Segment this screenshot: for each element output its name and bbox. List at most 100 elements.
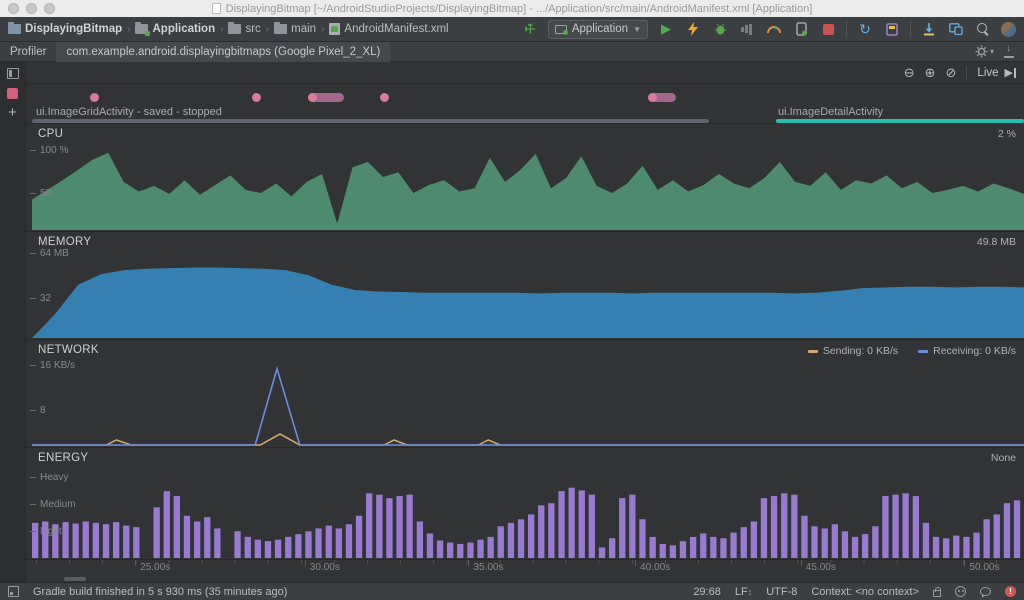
gear-icon: [975, 45, 988, 58]
energy-ytick-heavy: Heavy: [30, 472, 68, 483]
android-manifest-icon: [329, 23, 340, 35]
chevron-down-icon: ▼: [633, 25, 641, 34]
stop-button[interactable]: [819, 20, 837, 38]
cpu-current-value: 2 %: [998, 128, 1016, 140]
app-module-icon: [555, 25, 567, 34]
time-axis[interactable]: 25.00s30.00s35.00s40.00s45.00s50.00s: [26, 560, 1024, 577]
time-tick: 45.00s: [801, 560, 836, 573]
profiler-session-tab[interactable]: com.example.android.displayingbitmaps (G…: [56, 42, 390, 62]
event-timeline[interactable]: ui.ImageGridActivity - saved - stoppedui…: [26, 84, 1024, 124]
project-icon: [8, 24, 21, 34]
profiler-gauge-icon[interactable]: [765, 20, 783, 38]
breadcrumb-separator-icon: ›: [219, 24, 224, 35]
statusbar-message[interactable]: Gradle build finished in 5 s 930 ms (35 …: [33, 586, 287, 598]
sending-swatch-icon: [808, 350, 818, 353]
run-button[interactable]: ▶: [657, 20, 675, 38]
breadcrumb-separator-icon: ›: [320, 24, 325, 35]
encoding-selector[interactable]: UTF-8: [766, 586, 797, 598]
cpu-ytick-50: 50: [30, 188, 51, 199]
folder-icon: [274, 24, 287, 34]
hide-toolwindow-icon[interactable]: [1004, 47, 1014, 57]
touch-event-dot: [90, 93, 99, 102]
window-title: DisplayingBitmap [~/AndroidStudioProject…: [226, 3, 813, 15]
cpu-ytick-100: 100 %: [30, 145, 68, 156]
energy-current-value: None: [991, 452, 1016, 464]
session-indicator-icon[interactable]: [7, 88, 18, 99]
energy-title: ENERGY: [38, 452, 88, 464]
breadcrumb-project[interactable]: DisplayingBitmap: [8, 23, 122, 35]
breadcrumb-module[interactable]: Application: [135, 23, 215, 35]
zoom-reset-button[interactable]: ⊘: [946, 65, 957, 81]
touch-hold-event-pill: [308, 93, 344, 102]
chevron-down-icon: ▾: [990, 47, 994, 56]
time-tick: 35.00s: [468, 560, 503, 573]
legend-sending: Sending: 0 KB/s: [808, 345, 898, 357]
toolbar-actions: ⚒ Application ▼ ▶ ↻: [521, 20, 1016, 39]
energy-chart[interactable]: [32, 448, 1024, 559]
network-ytick-8: 8: [30, 405, 46, 416]
touch-hold-event-pill: [648, 93, 676, 102]
network-section[interactable]: NETWORK Sending: 0 KB/s Receiving: 0 KB/…: [26, 340, 1024, 448]
sessions-strip: +: [0, 62, 26, 582]
network-title: NETWORK: [38, 344, 99, 356]
energy-ytick-light: Light: [30, 526, 62, 537]
cpu-title: CPU: [38, 128, 63, 140]
time-tick: 25.00s: [135, 560, 170, 573]
caret-position[interactable]: 29:68: [693, 586, 721, 598]
memory-chart[interactable]: [32, 232, 1024, 339]
memory-ytick-32: 32: [30, 293, 51, 304]
document-icon: [212, 3, 221, 14]
gradle-sync-icon[interactable]: ↻: [856, 20, 874, 38]
cpu-chart[interactable]: [32, 124, 1024, 231]
receiving-swatch-icon: [918, 350, 928, 353]
search-everywhere-icon[interactable]: [974, 20, 992, 38]
sdk-manager-icon[interactable]: [920, 20, 938, 38]
apply-changes-lightning-icon[interactable]: [684, 20, 702, 38]
memory-ytick-64: 64 MB: [30, 248, 69, 259]
breadcrumb-manifest[interactable]: AndroidManifest.xml: [329, 23, 448, 35]
avd-manager-icon[interactable]: [947, 20, 965, 38]
memory-section[interactable]: MEMORY 49.8 MB 64 MB 32: [26, 232, 1024, 340]
lock-icon[interactable]: [933, 590, 941, 597]
sessions-panel-icon[interactable]: [7, 68, 19, 79]
new-session-plus-button[interactable]: +: [8, 108, 17, 118]
avatar[interactable]: [1001, 22, 1016, 37]
module-folder-icon: [135, 24, 148, 34]
profile-disabled-icon: [738, 20, 756, 38]
energy-section[interactable]: ENERGY None Heavy Medium Light: [26, 448, 1024, 560]
statusbar: Gradle build finished in 5 s 930 ms (35 …: [0, 582, 1024, 600]
line-ending-selector[interactable]: LF↕: [735, 586, 752, 598]
build-hammer-icon[interactable]: ⚒: [517, 16, 542, 41]
network-legend: Sending: 0 KB/s Receiving: 0 KB/s: [808, 345, 1016, 357]
legend-receiving: Receiving: 0 KB/s: [918, 345, 1016, 357]
attach-debugger-device-icon[interactable]: [792, 20, 810, 38]
breadcrumb-separator-icon: ›: [126, 24, 131, 35]
breadcrumb-src[interactable]: src: [228, 23, 260, 35]
breadcrumb: DisplayingBitmap › Application › src › m…: [8, 23, 449, 35]
time-tick: 30.00s: [305, 560, 340, 573]
toolwindow-toggle-icon[interactable]: [8, 586, 19, 597]
context-selector[interactable]: Context: <no context>: [811, 586, 919, 598]
horizontal-scrollbar[interactable]: [64, 577, 86, 581]
profiler-toolwindow-label[interactable]: Profiler: [0, 46, 56, 58]
memory-title: MEMORY: [38, 236, 91, 248]
debug-bug-icon[interactable]: [711, 20, 729, 38]
notification-icon[interactable]: !: [1005, 586, 1016, 597]
run-configuration-dropdown[interactable]: Application ▼: [548, 20, 648, 39]
zoom-out-button[interactable]: ⊖: [904, 65, 915, 81]
activity-lifetime-bar: [776, 119, 1024, 123]
event-log-icon[interactable]: [980, 587, 991, 596]
activity-lifetime-bar: [32, 119, 709, 123]
main-toolbar: DisplayingBitmap › Application › src › m…: [0, 17, 1024, 42]
time-tick: 40.00s: [635, 560, 670, 573]
live-label: Live: [977, 67, 998, 79]
zoom-in-button[interactable]: ⊕: [925, 65, 936, 81]
breadcrumb-main[interactable]: main: [274, 23, 316, 35]
go-live-button[interactable]: ▶: [1005, 66, 1016, 79]
cpu-section[interactable]: CPU 2 % 100 % 50: [26, 124, 1024, 232]
settings-gear-button[interactable]: ▾: [975, 45, 994, 58]
highlighting-level-icon[interactable]: [955, 586, 966, 597]
android-studio-window: DisplayingBitmap [~/AndroidStudioProject…: [0, 0, 1024, 600]
layout-inspector-icon[interactable]: [883, 20, 901, 38]
activity-label: ui.ImageGridActivity - saved - stopped: [36, 106, 222, 118]
